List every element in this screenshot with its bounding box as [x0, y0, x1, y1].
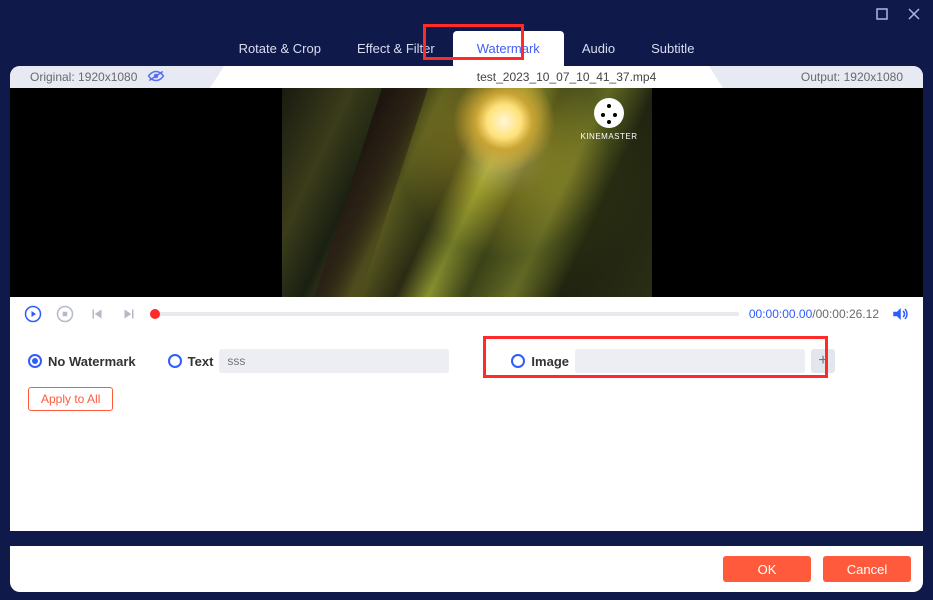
no-watermark-label[interactable]: No Watermark	[48, 354, 136, 369]
output-resolution: Output: 1920x1080	[801, 70, 903, 84]
eye-icon[interactable]	[147, 69, 165, 86]
radio-no-watermark[interactable]	[28, 354, 42, 368]
kinemaster-icon	[594, 98, 624, 128]
original-resolution: Original: 1920x1080	[30, 70, 137, 84]
video-preview: KINEMASTER	[10, 88, 923, 297]
tab-subtitle[interactable]: Subtitle	[633, 31, 712, 66]
tab-rotate-crop[interactable]: Rotate & Crop	[221, 31, 339, 66]
close-button[interactable]	[907, 7, 921, 21]
timecode: 00:00:00.00/00:00:26.12	[749, 307, 879, 321]
timeline-knob[interactable]	[150, 309, 160, 319]
highlight-watermark-tab	[423, 24, 524, 60]
time-current: 00:00:00.00	[749, 307, 812, 321]
maximize-icon	[875, 7, 889, 21]
play-button[interactable]	[22, 303, 44, 325]
time-total: /00:00:26.12	[812, 307, 879, 321]
next-frame-button[interactable]	[118, 303, 140, 325]
play-icon	[24, 305, 42, 323]
kinemaster-label: KINEMASTER	[580, 132, 637, 141]
stop-icon	[56, 305, 74, 323]
cancel-button[interactable]: Cancel	[823, 556, 911, 582]
close-icon	[907, 7, 921, 21]
volume-icon	[891, 305, 909, 323]
text-label[interactable]: Text	[188, 354, 214, 369]
timeline-slider[interactable]	[150, 312, 739, 316]
prev-frame-button[interactable]	[86, 303, 108, 325]
maximize-button[interactable]	[875, 7, 889, 21]
kinemaster-badge: KINEMASTER	[580, 98, 637, 141]
tab-audio[interactable]: Audio	[564, 31, 633, 66]
stop-button[interactable]	[54, 303, 76, 325]
prev-icon	[88, 305, 106, 323]
volume-button[interactable]	[889, 303, 911, 325]
ok-button[interactable]: OK	[723, 556, 811, 582]
highlight-image-option	[483, 336, 828, 378]
preview-image: KINEMASTER	[282, 88, 652, 297]
text-watermark-input[interactable]	[219, 349, 449, 373]
apply-to-all-button[interactable]: Apply to All	[28, 387, 113, 411]
next-icon	[120, 305, 138, 323]
radio-text[interactable]	[168, 354, 182, 368]
